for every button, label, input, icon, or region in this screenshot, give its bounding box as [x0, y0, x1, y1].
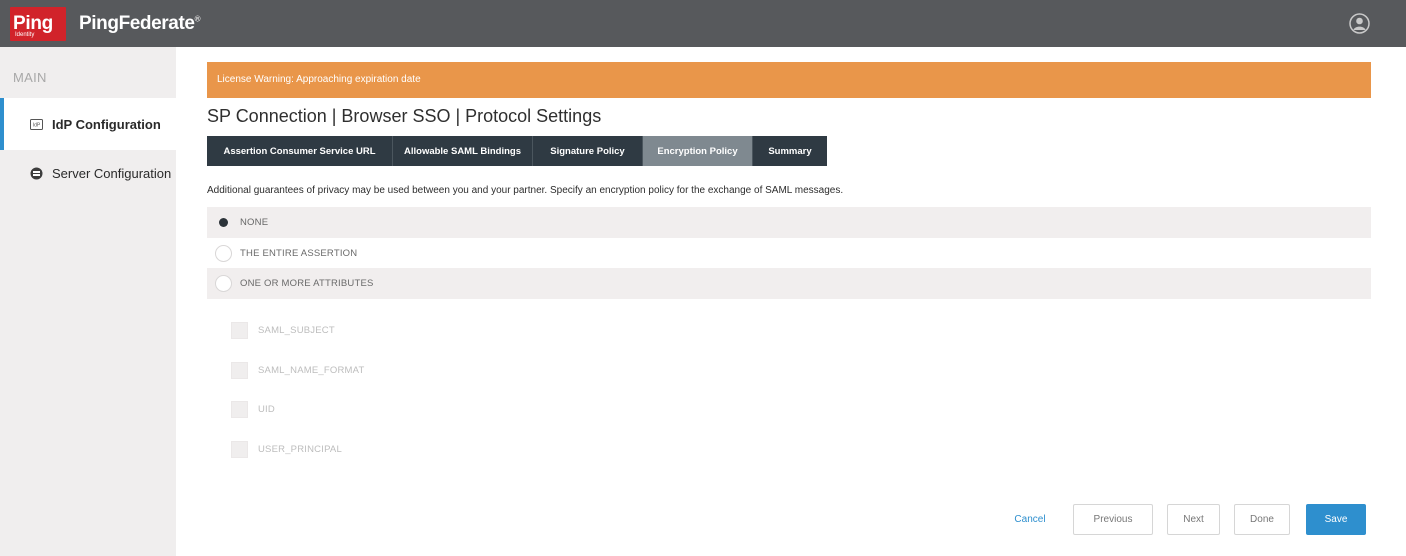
product-name: PingFederate® — [79, 13, 200, 35]
sidebar-item-server-configuration[interactable]: Server Configuration — [0, 147, 176, 199]
radio-entire-assertion[interactable] — [215, 245, 232, 262]
checkbox-saml-name-format[interactable] — [231, 361, 248, 379]
option-entire-assertion[interactable]: THE ENTIRE ASSERTION — [207, 238, 1371, 269]
attribute-uid[interactable]: UID — [231, 400, 275, 418]
tab-bar: Assertion Consumer Service URL Allowable… — [207, 136, 827, 166]
attribute-saml-subject[interactable]: SAML_SUBJECT — [231, 321, 335, 339]
option-label: ONE OR MORE ATTRIBUTES — [240, 278, 374, 289]
license-warning-text: License Warning: Approaching expiration … — [217, 74, 421, 85]
tab-signature-policy[interactable]: Signature Policy — [533, 136, 643, 166]
next-button[interactable]: Next — [1167, 504, 1220, 535]
previous-button[interactable]: Previous — [1073, 504, 1153, 535]
tab-summary[interactable]: Summary — [753, 136, 827, 166]
registered-mark: ® — [194, 14, 201, 24]
option-label: NONE — [240, 217, 269, 228]
top-bar: Ping Identity PingFederate® — [0, 0, 1406, 47]
attribute-label: SAML_NAME_FORMAT — [258, 364, 365, 376]
idp-icon: IdP — [30, 118, 43, 130]
save-button[interactable]: Save — [1306, 504, 1366, 535]
attribute-list: SAML_SUBJECT SAML_NAME_FORMAT UID USER_P… — [207, 299, 1371, 471]
sidebar-heading: MAIN — [13, 70, 47, 85]
product-name-text: PingFederate — [79, 13, 195, 34]
ping-logo[interactable]: Ping Identity — [10, 7, 66, 41]
tab-allowable-saml-bindings[interactable]: Allowable SAML Bindings — [393, 136, 533, 166]
sidebar-item-idp-configuration[interactable]: IdP IdP Configuration — [0, 98, 186, 150]
checkbox-saml-subject[interactable] — [231, 321, 248, 339]
attribute-user-principal[interactable]: USER_PRINCIPAL — [231, 440, 342, 458]
page-title: SP Connection | Browser SSO | Protocol S… — [207, 106, 602, 126]
option-none[interactable]: NONE — [207, 207, 1371, 238]
tab-assertion-consumer-service-url[interactable]: Assertion Consumer Service URL — [207, 136, 393, 166]
radio-none[interactable] — [215, 214, 232, 231]
user-circle-icon[interactable] — [1349, 13, 1370, 34]
option-one-or-more-attributes[interactable]: ONE OR MORE ATTRIBUTES — [207, 268, 1371, 299]
radio-one-or-more-attributes[interactable] — [215, 275, 232, 292]
attribute-label: UID — [258, 403, 275, 415]
sidebar-item-label: Server Configuration — [52, 165, 172, 181]
license-warning-banner: License Warning: Approaching expiration … — [207, 62, 1371, 98]
attribute-saml-name-format[interactable]: SAML_NAME_FORMAT — [231, 361, 365, 379]
done-button[interactable]: Done — [1234, 504, 1290, 535]
attribute-label: USER_PRINCIPAL — [258, 443, 342, 455]
tab-encryption-policy[interactable]: Encryption Policy — [643, 136, 753, 166]
server-icon — [30, 167, 43, 179]
sidebar-item-label: IdP Configuration — [52, 116, 161, 132]
logo-subtext: Identity — [15, 32, 35, 38]
attribute-label: SAML_SUBJECT — [258, 324, 335, 336]
option-label: THE ENTIRE ASSERTION — [240, 248, 358, 259]
cancel-button[interactable]: Cancel — [1005, 504, 1055, 535]
sidebar: MAIN IdP IdP Configuration Server Config… — [0, 47, 186, 556]
encryption-description: Additional guarantees of privacy may be … — [207, 185, 844, 196]
checkbox-user-principal[interactable] — [231, 440, 248, 458]
svg-text:IdP: IdP — [33, 122, 41, 128]
checkbox-uid[interactable] — [231, 400, 248, 418]
